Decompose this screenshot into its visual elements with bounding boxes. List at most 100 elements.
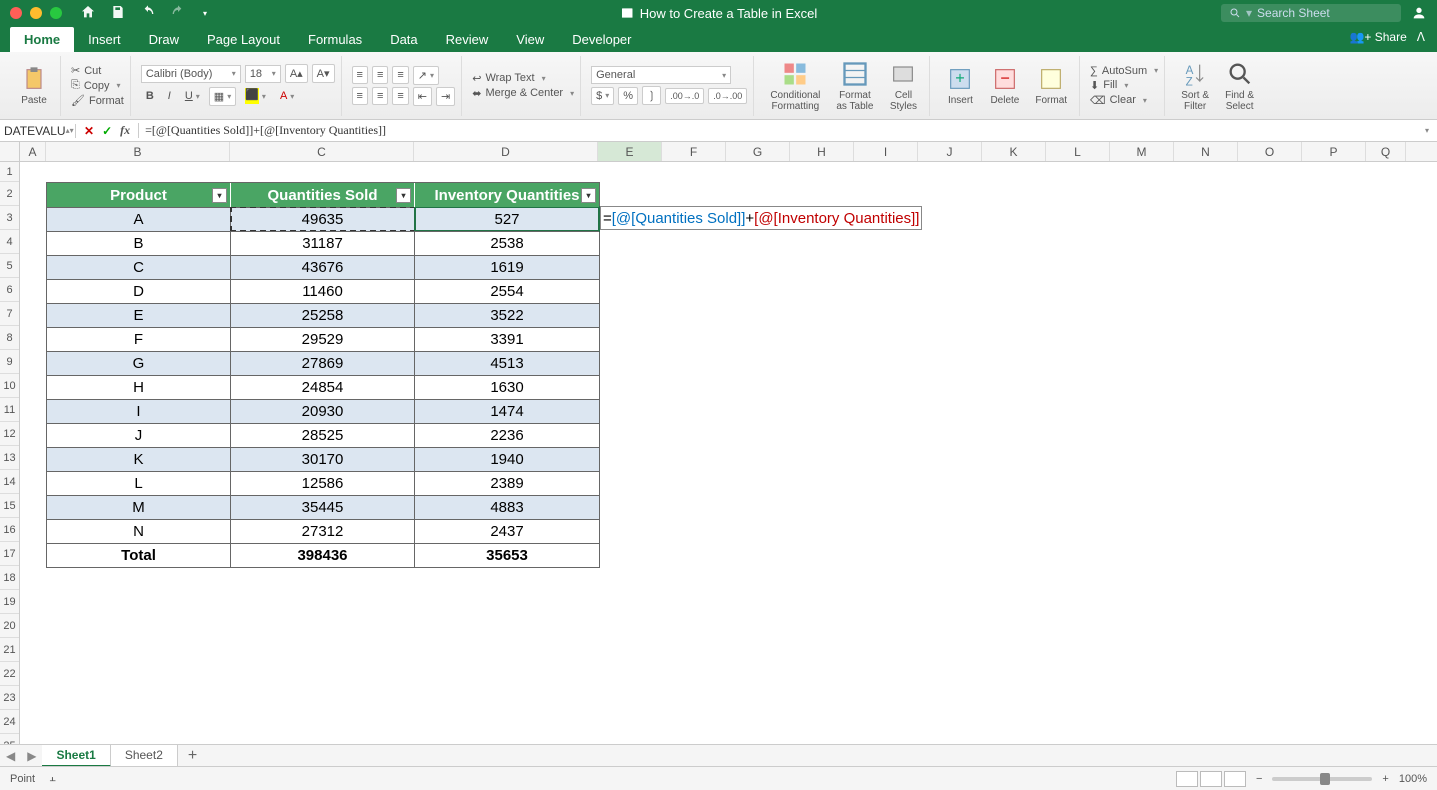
table-cell[interactable]: H [47,375,231,399]
decrease-font-button[interactable]: A▾ [312,64,335,83]
tab-view[interactable]: View [502,27,558,52]
autosum-button[interactable]: AutoSum [1102,65,1147,77]
decrease-decimal-button[interactable]: .0→.00 [708,88,747,104]
table-cell[interactable]: D [47,279,231,303]
fill-button[interactable]: Fill [1103,79,1117,91]
row-header-10[interactable]: 10 [0,374,19,398]
number-format-select[interactable]: General▾ [591,66,731,84]
table-cell[interactable]: G [47,351,231,375]
increase-font-button[interactable]: A▴ [285,64,308,83]
col-header-M[interactable]: M [1110,142,1174,161]
close-window[interactable] [10,7,22,19]
table-cell[interactable]: 49635 [231,207,415,231]
col-header-Q[interactable]: Q [1366,142,1406,161]
col-header-I[interactable]: I [854,142,918,161]
col-header-J[interactable]: J [918,142,982,161]
row-header-9[interactable]: 9 [0,350,19,374]
format-as-table-button[interactable]: Format as Table [830,58,879,114]
zoom-in-button[interactable]: + [1382,773,1388,785]
table-cell[interactable]: 43676 [231,255,415,279]
col-header-A[interactable]: A [20,142,46,161]
table-row[interactable]: L125862389 [47,471,599,495]
table-cell[interactable]: 3522 [415,303,599,327]
col-header-E[interactable]: E [598,142,662,161]
row-header-14[interactable]: 14 [0,470,19,494]
save-icon[interactable] [110,4,126,23]
table-cell[interactable]: F [47,327,231,351]
row-header-3[interactable]: 3 [0,206,19,230]
table-cell[interactable]: B [47,231,231,255]
table-row[interactable]: J285252236 [47,423,599,447]
row-header-17[interactable]: 17 [0,542,19,566]
col-header-D[interactable]: D [414,142,598,161]
row-header-18[interactable]: 18 [0,566,19,590]
row-header-15[interactable]: 15 [0,494,19,518]
table-header[interactable]: Quantities Sold▾ [231,183,415,207]
row-header-21[interactable]: 21 [0,638,19,662]
table-cell[interactable]: E [47,303,231,327]
tab-page-layout[interactable]: Page Layout [193,27,294,52]
table-cell[interactable]: 27312 [231,519,415,543]
fill-color-button[interactable]: ⬛▾ [240,85,271,107]
col-header-L[interactable]: L [1046,142,1110,161]
table-cell[interactable]: 2437 [415,519,599,543]
page-break-view-button[interactable] [1224,771,1246,787]
table-row[interactable]: M354454883 [47,495,599,519]
row-header-23[interactable]: 23 [0,686,19,710]
undo-icon[interactable] [140,4,156,23]
filter-icon[interactable]: ▾ [212,188,227,203]
table-cell[interactable]: L [47,471,231,495]
tab-insert[interactable]: Insert [74,27,135,52]
tab-review[interactable]: Review [432,27,503,52]
collapse-ribbon-icon[interactable]: ᐱ [1417,30,1425,44]
table-cell[interactable]: 1630 [415,375,599,399]
col-header-C[interactable]: C [230,142,414,161]
table-cell[interactable]: 30170 [231,447,415,471]
font-color-button[interactable]: A▾ [275,87,299,105]
currency-button[interactable]: $▾ [591,87,614,105]
tab-developer[interactable]: Developer [558,27,645,52]
bold-button[interactable]: B [141,87,159,105]
col-header-O[interactable]: O [1238,142,1302,161]
table-cell[interactable]: 527 [415,207,599,231]
zoom-level[interactable]: 100% [1399,773,1427,785]
format-cells-button[interactable]: Format [1029,63,1073,108]
table-cell[interactable]: 1940 [415,447,599,471]
sheet-tab-sheet2[interactable]: Sheet2 [111,745,178,767]
table-row[interactable]: H248541630 [47,375,599,399]
page-layout-view-button[interactable] [1200,771,1222,787]
insert-cells-button[interactable]: +Insert [940,63,980,108]
table-row[interactable]: E252583522 [47,303,599,327]
row-header-7[interactable]: 7 [0,302,19,326]
decrease-indent-button[interactable]: ⇤ [413,87,432,106]
zoom-out-button[interactable]: − [1256,773,1262,785]
align-bottom-button[interactable]: ≡ [392,66,408,84]
copy-icon[interactable]: ⎘ [71,79,80,92]
data-table[interactable]: Product▾Quantities Sold▾Inventory Quanti… [46,182,600,568]
search-sheet-input[interactable]: ▾ Search Sheet [1221,4,1401,22]
format-painter-label[interactable]: Format [89,95,124,107]
format-painter-icon[interactable]: 🖌 [71,94,85,107]
table-cell[interactable]: 24854 [231,375,415,399]
redo-icon[interactable] [170,4,186,23]
row-header-20[interactable]: 20 [0,614,19,638]
underline-button[interactable]: U▾ [180,87,205,105]
table-cell[interactable]: 4883 [415,495,599,519]
row-header-13[interactable]: 13 [0,446,19,470]
table-row[interactable]: G278694513 [47,351,599,375]
col-header-B[interactable]: B [46,142,230,161]
cell-styles-button[interactable]: Cell Styles [883,58,923,114]
tab-data[interactable]: Data [376,27,431,52]
active-cell-formula[interactable]: =[@[Quantities Sold]]+[@[Inventory Quant… [600,206,922,230]
table-row[interactable]: N273122437 [47,519,599,543]
sort-filter-button[interactable]: AZSort & Filter [1175,58,1215,114]
font-name-select[interactable]: Calibri (Body)▾ [141,65,241,83]
table-cell[interactable]: 2389 [415,471,599,495]
paste-button[interactable]: Paste [14,63,54,108]
border-button[interactable]: ▦▾ [209,87,236,106]
table-row[interactable]: I209301474 [47,399,599,423]
row-header-8[interactable]: 8 [0,326,19,350]
qat-more-icon[interactable]: ▾ [203,9,207,18]
expand-formula-bar-icon[interactable]: ▾ [1425,126,1429,135]
row-header-22[interactable]: 22 [0,662,19,686]
